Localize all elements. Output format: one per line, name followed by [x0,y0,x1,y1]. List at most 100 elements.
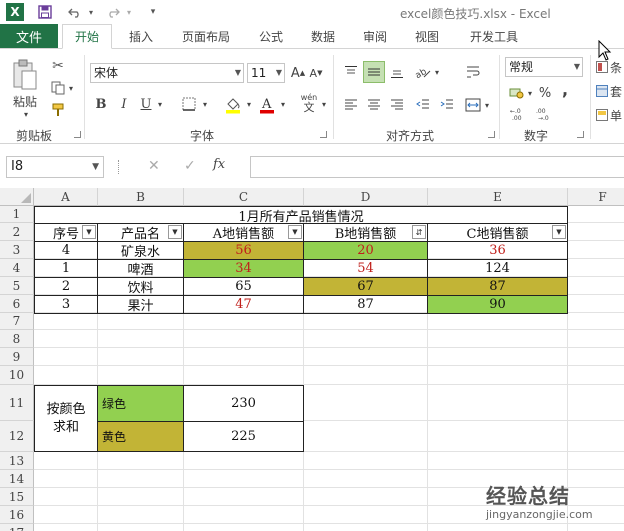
column-header-d[interactable]: D [304,188,428,206]
table-cell[interactable]: 124 [427,259,568,278]
decrease-font-size-icon[interactable]: A ▼ [308,63,324,83]
tab-page-layout[interactable]: 页面布局 [170,24,242,48]
fill-color-dropdown-icon[interactable]: ▾ [244,94,254,114]
customize-toolbar-icon[interactable]: ▾ [146,3,160,21]
comma-button[interactable]: , [556,79,574,99]
font-launcher-icon[interactable] [320,131,327,138]
table-cell[interactable]: 87 [303,295,428,314]
row-header-2[interactable]: 2 [0,223,34,241]
insert-function-icon[interactable]: fx [213,157,225,172]
column-header-e[interactable]: E [428,188,568,206]
row-header-15[interactable]: 15 [0,488,34,506]
green-color-cell[interactable]: 绿色 [97,385,184,422]
column-header-b[interactable]: B [98,188,184,206]
cut-icon[interactable]: ✂ [48,57,68,75]
row-header-12[interactable]: 12 [0,421,34,452]
tab-file[interactable]: 文件 [0,24,58,48]
underline-button[interactable]: U [137,94,155,114]
font-name-select[interactable]: 宋体 ▼ [90,63,244,83]
increase-font-size-icon[interactable]: A ▲ [290,63,306,83]
header-cell-sales-a[interactable]: A地销售额 [183,223,304,242]
row-header-13[interactable]: 13 [0,452,34,470]
table-cell[interactable]: 34 [183,259,304,278]
row-header-11[interactable]: 11 [0,385,34,421]
decrease-indent-icon[interactable] [412,94,434,116]
confirm-entry-icon[interactable]: ✓ [184,158,196,174]
tab-home[interactable]: 开始 [62,24,112,49]
copy-dropdown-icon[interactable]: ▾ [66,79,76,97]
undo-dropdown-icon[interactable]: ▾ [86,3,96,21]
row-header-1[interactable]: 1 [0,206,34,223]
borders-dropdown-icon[interactable]: ▾ [200,94,210,114]
copy-icon[interactable] [48,79,68,97]
table-cell[interactable]: 56 [183,241,304,260]
bold-button[interactable]: B [92,94,110,114]
decrease-decimal-icon[interactable]: .00 →.0 [534,105,556,123]
middle-align-icon[interactable] [363,61,385,83]
name-box[interactable]: I8 ▼ [6,156,104,178]
row-header-16[interactable]: 16 [0,506,34,524]
row-header-9[interactable]: 9 [0,348,34,366]
tab-formulas[interactable]: 公式 [248,24,294,48]
orientation-icon[interactable]: ab [412,61,434,83]
table-cell[interactable]: 36 [427,241,568,260]
row-header-6[interactable]: 6 [0,295,34,313]
table-cell[interactable]: 90 [427,295,568,314]
table-cell[interactable]: 67 [303,277,428,296]
header-cell-sales-c[interactable]: C地销售额 [427,223,568,242]
filter-dropdown-icon[interactable]: ▼ [552,225,566,239]
alignment-launcher-icon[interactable] [488,131,495,138]
redo-dropdown-icon[interactable]: ▾ [124,3,134,21]
increase-indent-icon[interactable] [436,94,458,116]
table-cell[interactable]: 65 [183,277,304,296]
cancel-entry-icon[interactable]: ✕ [148,158,160,174]
table-cell[interactable]: 啤酒 [97,259,184,278]
paste-icon[interactable] [10,57,40,93]
sheet-title-cell[interactable]: 1月所有产品销售情况 [34,206,568,224]
table-cell[interactable]: 1 [34,259,98,278]
select-all-corner[interactable] [0,188,34,206]
table-cell[interactable]: 3 [34,295,98,314]
accounting-format-icon[interactable] [506,83,528,103]
underline-dropdown-icon[interactable]: ▾ [155,94,165,114]
merge-center-icon[interactable] [462,94,484,116]
top-align-icon[interactable] [340,61,362,83]
merge-dropdown-icon[interactable]: ▾ [482,94,492,116]
orientation-dropdown-icon[interactable]: ▾ [432,61,442,83]
table-cell[interactable]: 2 [34,277,98,296]
format-painter-icon[interactable] [48,101,68,119]
table-cell[interactable]: 47 [183,295,304,314]
accounting-dropdown-icon[interactable]: ▾ [526,83,534,103]
clipboard-launcher-icon[interactable] [74,131,81,138]
row-header-5[interactable]: 5 [0,277,34,295]
sort-filter-icon[interactable]: ⇵ [412,225,426,239]
yellow-color-cell[interactable]: 黄色 [97,421,184,452]
yellow-sum-cell[interactable]: 225 [183,421,304,452]
row-header-10[interactable]: 10 [0,366,34,385]
increase-decimal-icon[interactable]: ←.0.00 [508,105,530,123]
column-header-f[interactable]: F [568,188,624,206]
filter-dropdown-icon[interactable]: ▼ [168,225,182,239]
phonetic-dropdown-icon[interactable]: ▾ [320,94,328,114]
save-icon[interactable] [36,3,54,21]
table-cell[interactable]: 矿泉水 [97,241,184,260]
fill-color-icon[interactable] [222,94,244,116]
formula-input[interactable] [250,156,624,178]
phonetic-guide-icon[interactable]: wén 文 [298,91,320,115]
font-color-icon[interactable]: A [256,94,278,116]
tab-review[interactable]: 审阅 [352,24,398,48]
italic-button[interactable]: I [115,94,133,114]
number-launcher-icon[interactable] [577,131,584,138]
bottom-align-icon[interactable] [386,61,408,83]
table-cell[interactable]: 4 [34,241,98,260]
filter-dropdown-icon[interactable]: ▼ [82,225,96,239]
table-cell[interactable]: 87 [427,277,568,296]
format-as-table-button[interactable]: 套 [596,81,624,101]
row-header-3[interactable]: 3 [0,241,34,259]
font-size-select[interactable]: 11 ▼ [247,63,285,83]
tab-developer[interactable]: 开发工具 [458,24,530,48]
cell-styles-button[interactable]: 单 [596,105,624,125]
redo-icon[interactable] [104,3,122,21]
tab-insert[interactable]: 插入 [118,24,164,48]
table-cell[interactable]: 54 [303,259,428,278]
